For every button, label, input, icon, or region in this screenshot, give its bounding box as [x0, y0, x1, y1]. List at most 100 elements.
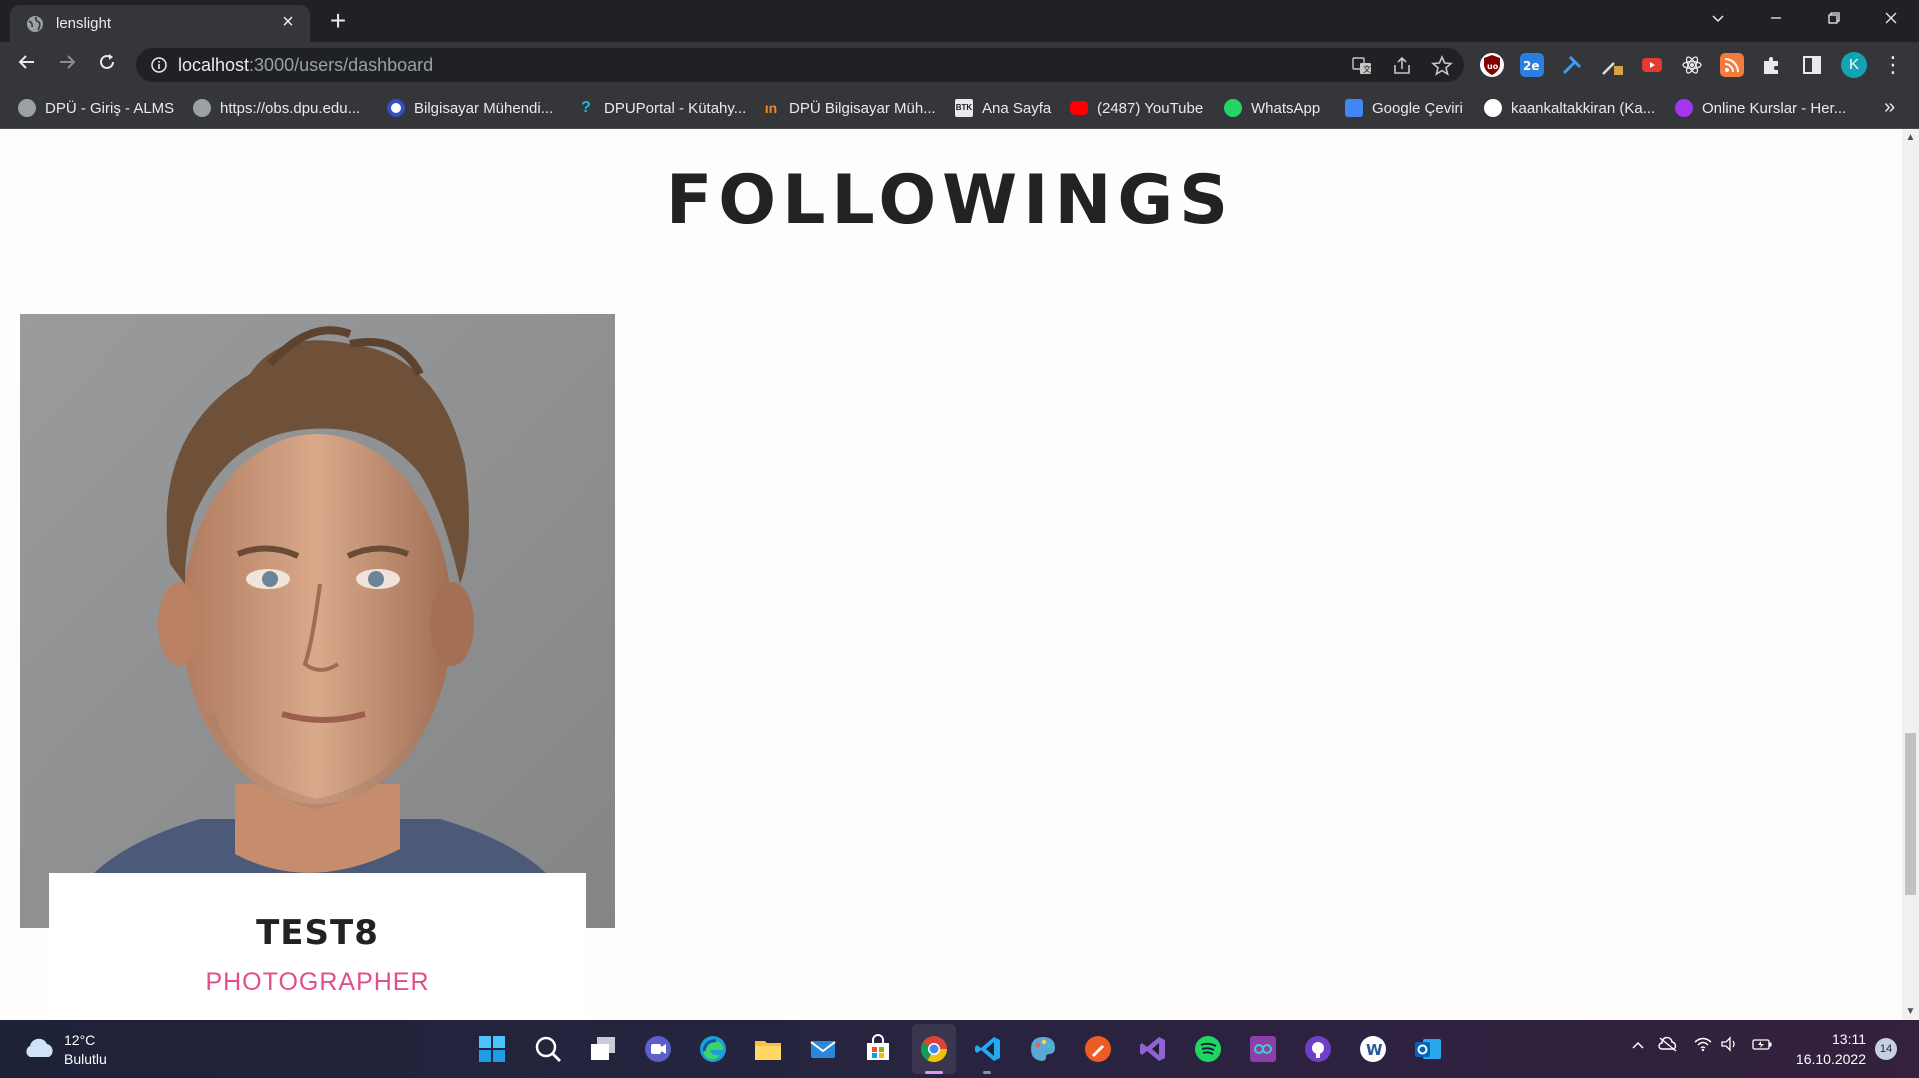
active-tab[interactable]: lenslight × — [10, 5, 310, 42]
bookmark-label: Bilgisayar Mühendi... — [414, 99, 554, 117]
tools-extension-icon[interactable] — [1560, 53, 1584, 77]
bookmark-star-icon[interactable] — [1431, 55, 1453, 77]
bookmark-item[interactable]: https://obs.dpu.edu... — [193, 97, 360, 119]
outlook-icon[interactable] — [1413, 1034, 1443, 1064]
onedrive-icon[interactable] — [1657, 1036, 1679, 1060]
globe-icon — [18, 99, 36, 117]
chrome-running-indicator — [925, 1071, 943, 1074]
translate-icon[interactable]: 文 — [1351, 55, 1373, 77]
extensions-puzzle-icon[interactable] — [1760, 53, 1784, 77]
restore-button[interactable] — [1819, 6, 1849, 36]
search-icon[interactable] — [533, 1034, 563, 1064]
forward-button[interactable] — [51, 49, 83, 81]
back-button[interactable] — [11, 49, 43, 81]
word-app-icon[interactable]: W — [1358, 1034, 1388, 1064]
url-host: localhost — [178, 55, 250, 75]
page-viewport: FOLLOWINGS TEST8 PHOTOGRAPHER ▲ ▼ — [0, 129, 1919, 1020]
bookmark-item[interactable]: (2487) YouTube — [1070, 97, 1203, 119]
bookmark-label: (2487) YouTube — [1097, 99, 1204, 117]
bookmark-item[interactable]: WhatsApp — [1224, 97, 1320, 119]
address-bar[interactable]: localhost:3000/users/dashboard 文 — [136, 48, 1464, 82]
dpu-icon — [387, 99, 405, 117]
chrome-icon[interactable] — [919, 1034, 949, 1064]
site-info-icon[interactable] — [150, 56, 168, 74]
mail-icon[interactable] — [808, 1034, 838, 1064]
microsoft-store-icon[interactable] — [863, 1034, 893, 1064]
paint-icon[interactable] — [1028, 1034, 1058, 1064]
portal-icon: ? — [581, 99, 591, 116]
teams-chat-icon[interactable] — [643, 1034, 673, 1064]
cloud-weather-icon[interactable] — [22, 1035, 56, 1061]
clock-time[interactable]: 13:11 — [1800, 1031, 1866, 1047]
postman-icon[interactable] — [1083, 1034, 1113, 1064]
react-devtools-icon[interactable] — [1680, 53, 1704, 77]
github-desktop-icon[interactable] — [1303, 1034, 1333, 1064]
following-user-card[interactable]: TEST8 PHOTOGRAPHER — [49, 873, 586, 1020]
vscode-icon[interactable] — [973, 1034, 1003, 1064]
show-hidden-icons-chevron-icon[interactable] — [1627, 1036, 1649, 1060]
profile-avatar[interactable]: K — [1841, 52, 1867, 78]
user-role: PHOTOGRAPHER — [205, 968, 430, 996]
vscode-running-indicator — [983, 1071, 991, 1074]
globe-icon — [27, 16, 43, 32]
screen: lenslight × + localhost:3000/users/dashb… — [0, 0, 1919, 1078]
arduino-icon[interactable] — [1248, 1034, 1278, 1064]
following-user-photo[interactable] — [20, 314, 615, 928]
windows-taskbar: 12°C Bulutlu W 13:11 16.10.2022 14 — [0, 1020, 1919, 1078]
bookmark-label: https://obs.dpu.edu... — [220, 99, 361, 117]
scrollbar-thumb[interactable] — [1905, 733, 1916, 895]
weather-description[interactable]: Bulutlu — [64, 1051, 107, 1067]
spotify-icon[interactable] — [1193, 1034, 1223, 1064]
tab-title: lenslight — [56, 15, 112, 32]
scroll-down-arrow-icon[interactable]: ▼ — [1902, 1003, 1919, 1020]
google-translate-icon — [1345, 99, 1363, 117]
wifi-icon[interactable] — [1692, 1036, 1714, 1060]
notification-badge[interactable]: 14 — [1875, 1038, 1897, 1060]
page-scrollbar[interactable]: ▲ ▼ — [1902, 129, 1919, 1020]
ublock-icon[interactable]: uo — [1480, 53, 1504, 77]
bookmark-label: Online Kurslar - Her... — [1702, 99, 1847, 117]
clock-date[interactable]: 16.10.2022 — [1790, 1051, 1866, 1067]
extension-2e-icon[interactable]: 2e — [1520, 53, 1544, 77]
bookmark-item[interactable]: Bilgisayar Mühendi... — [387, 97, 553, 119]
svg-text:2e: 2e — [1523, 59, 1540, 73]
bookmark-item[interactable]: DPÜ - Giriş - ALMS — [18, 97, 174, 119]
minimize-button[interactable] — [1761, 6, 1791, 36]
portrait-image — [20, 314, 615, 928]
share-icon[interactable] — [1391, 55, 1413, 77]
visual-studio-icon[interactable] — [1138, 1034, 1168, 1064]
bookmark-item[interactable]: Online Kurslar - Her... — [1675, 97, 1846, 119]
scroll-up-arrow-icon[interactable]: ▲ — [1902, 129, 1919, 146]
bookmark-item[interactable]: ın DPÜ Bilgisayar Müh... — [762, 97, 936, 119]
windows-start-icon[interactable] — [477, 1034, 507, 1064]
bookmark-item[interactable]: ? DPUPortal - Kütahy... — [577, 97, 746, 119]
bookmarks-bar: DPÜ - Giriş - ALMS https://obs.dpu.edu..… — [0, 88, 1919, 129]
youtube-extension-icon[interactable] — [1640, 53, 1664, 77]
bookmark-label: DPÜ Bilgisayar Müh... — [789, 99, 936, 117]
dpu-orange-icon: ın — [764, 100, 778, 116]
udemy-icon — [1675, 99, 1693, 117]
file-explorer-icon[interactable] — [753, 1034, 783, 1064]
bookmark-label: Ana Sayfa — [982, 99, 1052, 117]
weather-temperature[interactable]: 12°C — [64, 1032, 95, 1048]
battery-icon[interactable] — [1751, 1036, 1773, 1060]
bookmark-item[interactable]: BTK Ana Sayfa — [955, 97, 1051, 119]
bookmark-item[interactable]: Google Çeviri — [1345, 97, 1463, 119]
task-view-icon[interactable] — [588, 1034, 618, 1064]
volume-icon[interactable] — [1719, 1036, 1741, 1060]
reload-button[interactable] — [91, 49, 123, 81]
close-tab-icon[interactable]: × — [278, 12, 298, 32]
browser-menu-icon[interactable]: ⋮ — [1880, 51, 1906, 79]
more-bookmarks-icon[interactable]: » — [1884, 96, 1895, 119]
new-tab-button[interactable]: + — [324, 7, 352, 36]
close-window-button[interactable] — [1876, 6, 1906, 36]
rss-extension-icon[interactable] — [1720, 53, 1744, 77]
github-icon — [1484, 99, 1502, 117]
edge-icon[interactable] — [698, 1034, 728, 1064]
color-picker-icon[interactable] — [1600, 53, 1624, 77]
svg-text:uo: uo — [1487, 62, 1499, 71]
tab-search-chevron-icon[interactable] — [1703, 6, 1733, 36]
bookmark-item[interactable]: kaankaltakkiran (Ka... — [1484, 97, 1655, 119]
url-text[interactable]: localhost:3000/users/dashboard — [178, 55, 433, 76]
side-panel-icon[interactable] — [1800, 53, 1824, 77]
